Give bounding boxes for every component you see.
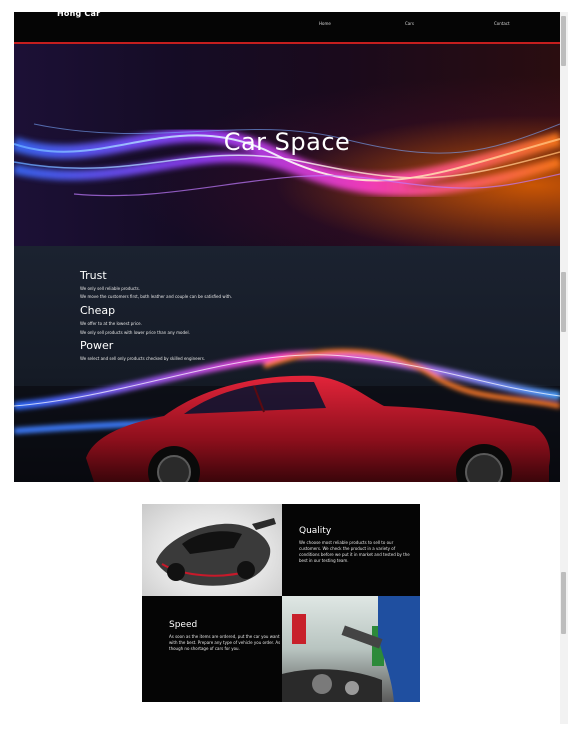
- feature-text: We only sell products with lower price t…: [80, 330, 190, 335]
- speed-heading: Speed: [169, 620, 198, 630]
- hero-banner: Car Space: [14, 44, 560, 246]
- feature-text: We offer to at the lowest price.: [80, 321, 142, 326]
- supercar-image: [142, 504, 282, 596]
- feature-text: We only sell reliable products.: [80, 286, 141, 291]
- scrollbar-thumb[interactable]: [561, 16, 566, 66]
- feature-text: We move the customers first, both leathe…: [80, 294, 233, 299]
- feature-heading-trust: Trust: [80, 269, 107, 282]
- quality-heading: Quality: [299, 526, 332, 536]
- feature-text: We select and sell only products checked…: [80, 356, 206, 361]
- speed-panel: Speed As soon as the items are ordered, …: [142, 596, 282, 702]
- nav-link-contact[interactable]: Contact: [494, 21, 510, 26]
- brand-logo[interactable]: Hong Car: [57, 9, 100, 18]
- quality-panel: Quality We choose most reliable products…: [282, 504, 420, 596]
- mechanic-image: [282, 596, 420, 702]
- scrollbar-thumb[interactable]: [561, 572, 566, 634]
- feature-heading-power: Power: [80, 339, 114, 352]
- nav-link-cars[interactable]: Cars: [405, 21, 414, 26]
- scrollbar-thumb[interactable]: [561, 272, 566, 332]
- nav-link-home[interactable]: Home: [319, 21, 331, 26]
- feature-heading-cheap: Cheap: [80, 304, 116, 317]
- hero-title: Car Space: [223, 128, 351, 156]
- quality-text: We choose most reliable products to sell…: [299, 540, 410, 563]
- features-section: Trust We only sell reliable products. We…: [14, 246, 560, 482]
- speed-text: As soon as the items are ordered, put th…: [169, 634, 281, 651]
